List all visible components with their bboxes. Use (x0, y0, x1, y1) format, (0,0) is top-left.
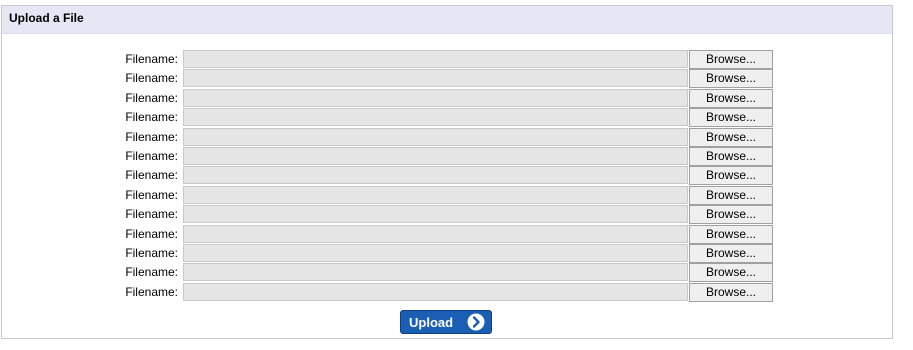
upload-button-label: Upload (409, 315, 454, 330)
filename-label: Filename: (125, 284, 178, 299)
file-row: Filename: Browse... (2, 108, 892, 128)
browse-button[interactable]: Browse... (689, 263, 773, 283)
filename-label: Filename: (125, 226, 178, 241)
filename-label: Filename: (125, 71, 178, 86)
filename-input[interactable] (183, 205, 688, 224)
filename-input[interactable] (183, 185, 688, 204)
filename-label: Filename: (125, 110, 178, 125)
filename-input[interactable] (183, 69, 688, 88)
upload-button[interactable]: Upload (400, 310, 492, 334)
filename-input[interactable] (183, 263, 688, 282)
upload-panel: Upload a File Filename: Browse... Filename… (1, 5, 893, 339)
browse-button[interactable]: Browse... (689, 205, 773, 225)
browse-button[interactable]: Browse... (689, 224, 773, 244)
filename-label: Filename: (125, 52, 178, 66)
file-row: Filename: Browse... (2, 263, 892, 283)
filename-label: Filename: (125, 245, 178, 260)
filename-input[interactable] (183, 282, 688, 301)
file-row: Filename: Browse... (2, 146, 892, 166)
filename-input[interactable] (183, 88, 688, 107)
browse-button[interactable]: Browse... (689, 166, 773, 186)
file-row: Filename: Browse... (2, 243, 892, 263)
file-row: Filename: Browse... (2, 127, 892, 147)
filename-input[interactable] (183, 127, 688, 146)
browse-button[interactable]: Browse... (689, 282, 773, 302)
filename-label: Filename: (125, 129, 178, 144)
browse-button[interactable]: Browse... (689, 127, 773, 147)
filename-input[interactable] (183, 243, 688, 262)
filename-input[interactable] (183, 146, 688, 165)
browse-button[interactable]: Browse... (689, 69, 773, 89)
browse-button[interactable]: Browse... (689, 50, 773, 69)
file-row: Filename: Browse... (2, 205, 892, 225)
file-rows: Filename: Browse... Filename: Browse... File… (2, 50, 892, 302)
file-row: Filename: Browse... (2, 282, 892, 302)
chevron-right-circle-icon (467, 313, 485, 331)
file-row: Filename: Browse... (2, 88, 892, 108)
browse-button[interactable]: Browse... (689, 108, 773, 128)
filename-label: Filename: (125, 187, 178, 202)
browse-button[interactable]: Browse... (689, 88, 773, 108)
filename-label: Filename: (125, 90, 178, 105)
filename-input[interactable] (183, 224, 688, 243)
file-row: Filename: Browse... (2, 50, 892, 69)
browse-button[interactable]: Browse... (689, 243, 773, 263)
filename-label: Filename: (125, 168, 178, 183)
filename-label: Filename: (125, 148, 178, 163)
filename-input[interactable] (183, 108, 688, 127)
browse-button[interactable]: Browse... (689, 146, 773, 166)
file-row: Filename: Browse... (2, 185, 892, 205)
browse-button[interactable]: Browse... (689, 185, 773, 205)
filename-input[interactable] (183, 50, 688, 68)
filename-label: Filename: (125, 265, 178, 280)
panel-title: Upload a File (2, 6, 892, 34)
file-row: Filename: Browse... (2, 69, 892, 89)
filename-input[interactable] (183, 166, 688, 185)
filename-label: Filename: (125, 207, 178, 222)
file-row: Filename: Browse... (2, 166, 892, 186)
file-row: Filename: Browse... (2, 224, 892, 244)
